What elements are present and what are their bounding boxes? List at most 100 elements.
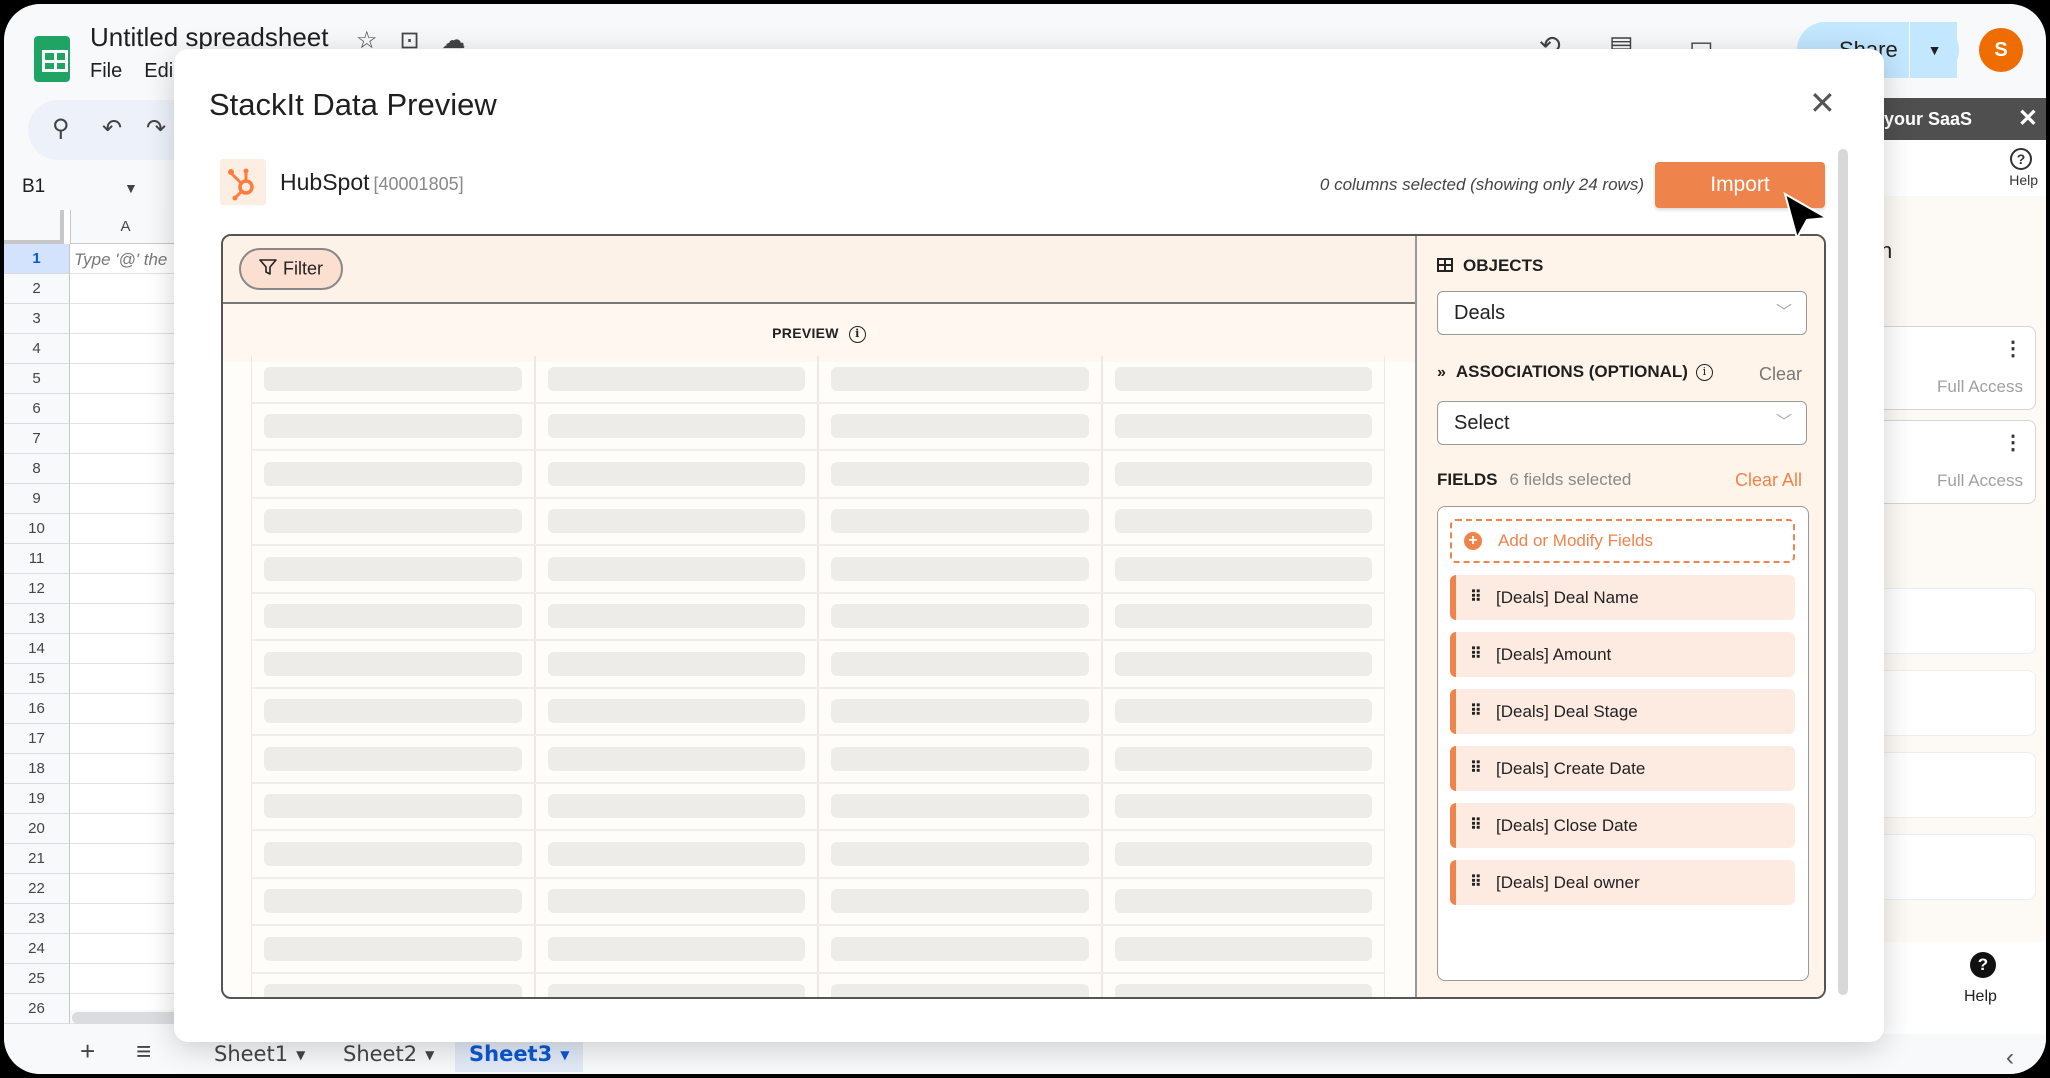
drag-handle-icon[interactable]: ⠿ <box>1470 575 1482 620</box>
grid-cell[interactable] <box>70 814 180 844</box>
field-item[interactable]: ⠿ [Deals] Amount <box>1450 632 1795 677</box>
more-vert-icon[interactable]: ⋮ <box>2003 433 2023 453</box>
associations-clear-link[interactable]: Clear <box>1759 364 1802 385</box>
chevron-left-icon[interactable]: ‹ <box>2006 1044 2014 1072</box>
row-header[interactable]: 24 <box>4 934 70 964</box>
drag-handle-icon[interactable]: ⠿ <box>1470 860 1482 905</box>
associations-select[interactable]: Select ﹀ <box>1437 401 1807 445</box>
row-header[interactable]: 8 <box>4 454 70 484</box>
row-header[interactable]: 25 <box>4 964 70 994</box>
drag-handle-icon[interactable]: ⠿ <box>1470 632 1482 677</box>
field-item[interactable]: ⠿ [Deals] Deal Stage <box>1450 689 1795 734</box>
grid-cell[interactable] <box>70 454 180 484</box>
row-header[interactable]: 21 <box>4 844 70 874</box>
side-help-button[interactable]: ? Help <box>1880 140 2046 196</box>
row-header[interactable]: 6 <box>4 394 70 424</box>
side-card[interactable] <box>1880 588 2036 654</box>
side-card[interactable] <box>1880 752 2036 818</box>
row-header[interactable]: 12 <box>4 574 70 604</box>
row-header[interactable]: 23 <box>4 904 70 934</box>
grid-cell[interactable] <box>70 964 180 994</box>
grid-cell[interactable] <box>70 514 180 544</box>
row-header[interactable]: 14 <box>4 634 70 664</box>
grid-cell[interactable] <box>70 784 180 814</box>
column-header-a[interactable]: A <box>70 210 180 244</box>
grid-cell[interactable] <box>70 394 180 424</box>
undo-icon[interactable]: ↶ <box>102 114 122 143</box>
row-header[interactable]: 9 <box>4 484 70 514</box>
more-vert-icon[interactable]: ⋮ <box>2003 339 2023 359</box>
row-header[interactable]: 1 <box>4 244 70 274</box>
connection-card[interactable]: ⋮ Full Access <box>1880 326 2036 410</box>
double-chevron-down-icon[interactable]: » <box>1437 364 1446 382</box>
row-header[interactable]: 15 <box>4 664 70 694</box>
menu-file[interactable]: File <box>90 60 122 83</box>
row-header[interactable]: 10 <box>4 514 70 544</box>
close-icon[interactable]: ✕ <box>1809 87 1836 119</box>
side-card[interactable] <box>1880 834 2036 900</box>
filter-button[interactable]: Filter <box>239 248 343 290</box>
side-card[interactable] <box>1880 670 2036 736</box>
grid-cell[interactable] <box>70 274 180 304</box>
grid-cell[interactable] <box>70 904 180 934</box>
connection-card[interactable]: ⋮ Full Access <box>1880 420 2036 504</box>
grid-cell[interactable] <box>70 754 180 784</box>
clear-all-fields-link[interactable]: Clear All <box>1735 470 1802 491</box>
row-header[interactable]: 11 <box>4 544 70 574</box>
chevron-down-icon[interactable]: ▼ <box>124 180 138 196</box>
grid-cell[interactable] <box>70 484 180 514</box>
info-icon[interactable]: i <box>1695 364 1713 382</box>
grid-cell[interactable] <box>70 634 180 664</box>
field-item[interactable]: ⠿ [Deals] Close Date <box>1450 803 1795 848</box>
row-header[interactable]: 17 <box>4 724 70 754</box>
all-sheets-icon[interactable]: ≡ <box>136 1036 151 1067</box>
dialog-scrollbar[interactable] <box>1838 149 1848 995</box>
drag-handle-icon[interactable]: ⠿ <box>1470 689 1482 734</box>
grid-cell[interactable] <box>70 724 180 754</box>
avatar[interactable]: S <box>1979 28 2023 72</box>
close-icon[interactable]: ✕ <box>2018 98 2038 140</box>
grid-cell[interactable] <box>70 574 180 604</box>
grid-cell[interactable] <box>70 244 180 274</box>
grid-cell[interactable] <box>70 934 180 964</box>
redo-icon[interactable]: ↷ <box>146 114 166 143</box>
select-all-corner[interactable] <box>4 210 64 244</box>
row-header[interactable]: 4 <box>4 334 70 364</box>
row-header[interactable]: 3 <box>4 304 70 334</box>
row-header[interactable]: 26 <box>4 994 70 1024</box>
info-icon[interactable]: i <box>848 325 866 343</box>
row-header[interactable]: 13 <box>4 604 70 634</box>
grid-cell[interactable] <box>70 664 180 694</box>
menu-edit[interactable]: Edi <box>144 60 173 83</box>
grid-cell[interactable] <box>70 334 180 364</box>
field-item[interactable]: ⠿ [Deals] Deal Name <box>1450 575 1795 620</box>
grid-cell[interactable] <box>70 604 180 634</box>
grid-cell[interactable] <box>70 694 180 724</box>
drag-handle-icon[interactable]: ⠿ <box>1470 803 1482 848</box>
field-item[interactable]: ⠿ [Deals] Create Date <box>1450 746 1795 791</box>
row-header[interactable]: 19 <box>4 784 70 814</box>
row-header[interactable]: 7 <box>4 424 70 454</box>
grid-cell[interactable] <box>70 304 180 334</box>
objects-select[interactable]: Deals ﹀ <box>1437 291 1807 335</box>
row-header[interactable]: 18 <box>4 754 70 784</box>
grid-cell[interactable] <box>70 874 180 904</box>
row-header[interactable]: 16 <box>4 694 70 724</box>
sheets-logo-icon[interactable] <box>34 36 70 82</box>
add-sheet-icon[interactable]: + <box>80 1036 95 1067</box>
grid-cell[interactable] <box>70 424 180 454</box>
grid-cell[interactable] <box>70 364 180 394</box>
row-header[interactable]: 22 <box>4 874 70 904</box>
search-icon[interactable]: ⚲ <box>52 114 70 143</box>
row-header[interactable]: 2 <box>4 274 70 304</box>
side-bottom-help[interactable]: ? Help <box>1880 942 2046 1034</box>
horizontal-scrollbar[interactable] <box>72 1012 182 1024</box>
drag-handle-icon[interactable]: ⠿ <box>1470 746 1482 791</box>
grid-cell[interactable] <box>70 844 180 874</box>
row-header[interactable]: 20 <box>4 814 70 844</box>
add-modify-fields-button[interactable]: + Add or Modify Fields <box>1450 519 1795 563</box>
name-box[interactable]: B1 <box>22 176 45 198</box>
grid-cell[interactable] <box>70 544 180 574</box>
row-header[interactable]: 5 <box>4 364 70 394</box>
field-item[interactable]: ⠿ [Deals] Deal owner <box>1450 860 1795 905</box>
